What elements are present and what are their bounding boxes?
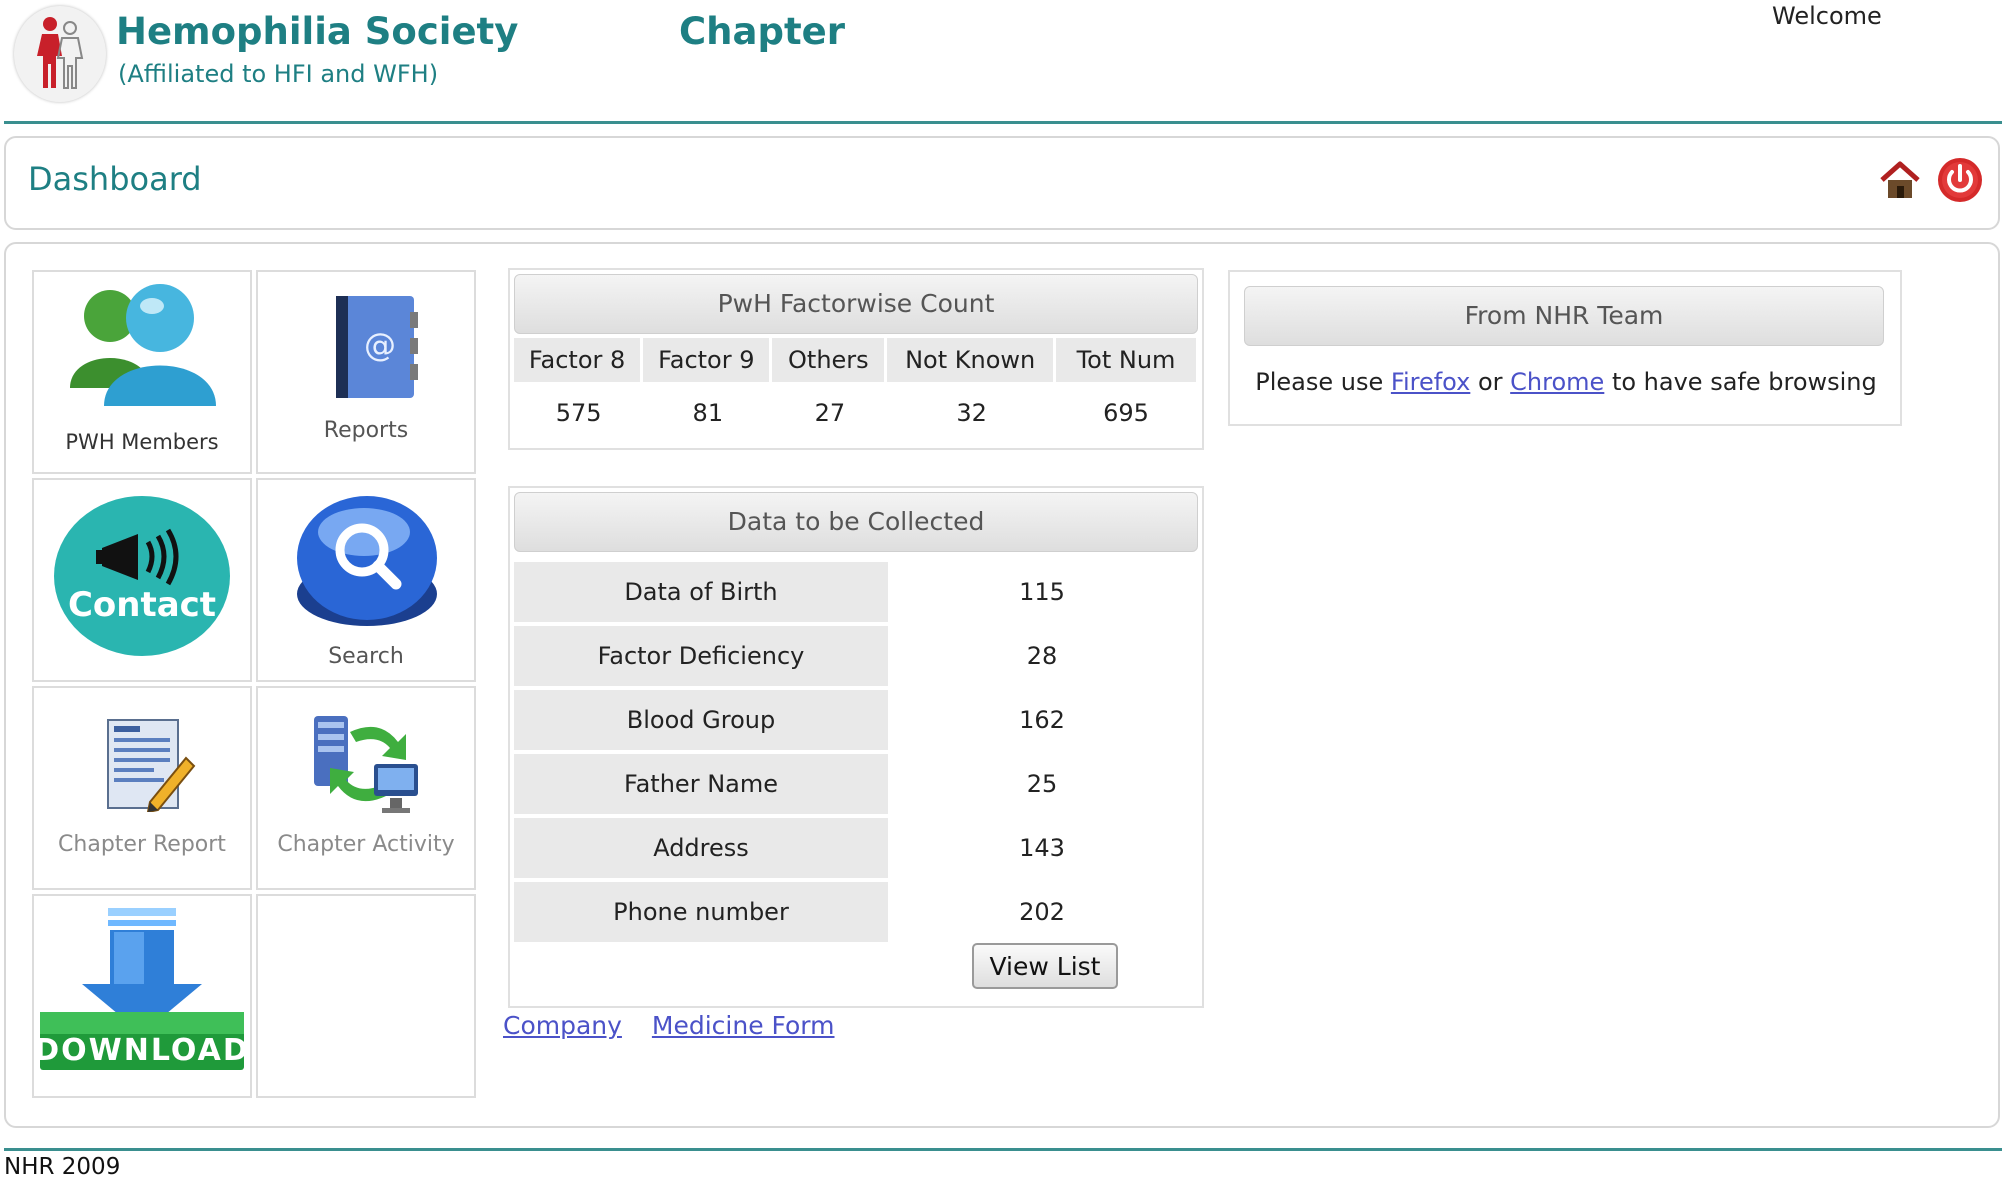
tile-label: Chapter Report bbox=[58, 832, 226, 857]
download-icon-label: DOWNLOAD bbox=[40, 1033, 246, 1068]
table-cell: 575 bbox=[555, 399, 602, 427]
members-icon bbox=[70, 284, 216, 406]
bottom-links: Company Medicine Form bbox=[503, 1011, 835, 1040]
factorwise-table: Factor 8 Factor 9 Others Not Known Tot N… bbox=[514, 338, 1196, 444]
column-header: Factor 8 bbox=[514, 338, 644, 382]
chapter-title: Chapter bbox=[679, 10, 845, 53]
megaphone-icon: Contact bbox=[54, 496, 230, 656]
table-row: Address 143 bbox=[514, 818, 1196, 878]
view-list-button[interactable]: View List bbox=[972, 943, 1118, 989]
download-arrow-icon: DOWNLOAD bbox=[40, 908, 246, 1070]
row-value: 202 bbox=[1019, 898, 1065, 926]
footer-divider bbox=[4, 1148, 2002, 1151]
table-cell: 81 bbox=[692, 399, 724, 427]
address-book-icon: @ bbox=[336, 296, 418, 398]
society-logo bbox=[14, 6, 106, 102]
chrome-link[interactable]: Chrome bbox=[1510, 368, 1604, 396]
search-icon bbox=[297, 496, 437, 626]
main-panel: PWH Members @ Reports Contact Search Cha… bbox=[4, 242, 2000, 1128]
medicine-form-link[interactable]: Medicine Form bbox=[652, 1011, 835, 1040]
page-title: Dashboard bbox=[28, 160, 202, 198]
svg-text:@: @ bbox=[364, 326, 396, 364]
tile-chapter-activity[interactable]: Chapter Activity bbox=[256, 686, 476, 890]
tile-label: Reports bbox=[323, 418, 409, 443]
panel-title: PwH Factorwise Count bbox=[514, 274, 1198, 334]
message-text: Please use bbox=[1255, 368, 1384, 396]
tile-contact[interactable]: Contact bbox=[32, 478, 252, 682]
logout-button[interactable] bbox=[1936, 156, 1984, 204]
table-cell: 695 bbox=[1103, 399, 1149, 427]
message-text: to have safe browsing bbox=[1611, 368, 1877, 396]
activity-sync-icon bbox=[314, 716, 418, 813]
tile-label: Chapter Activity bbox=[277, 832, 455, 857]
nhr-team-panel: From NHR Team Please use Firefox or Chro… bbox=[1228, 270, 1902, 426]
tile-reports[interactable]: @ Reports bbox=[256, 270, 476, 474]
header-divider bbox=[4, 121, 2002, 124]
table-row: Father Name 25 bbox=[514, 754, 1196, 814]
tile-download[interactable]: DOWNLOAD bbox=[32, 894, 252, 1098]
row-label: Data of Birth bbox=[514, 562, 888, 622]
column-header: Others bbox=[772, 338, 888, 382]
home-button[interactable] bbox=[1878, 158, 1922, 202]
table-header-row: Factor 8 Factor 9 Others Not Known Tot N… bbox=[514, 338, 1196, 382]
column-header: Factor 9 bbox=[643, 338, 773, 382]
report-document-icon bbox=[107, 719, 196, 812]
tile-pwh-members[interactable]: PWH Members bbox=[32, 270, 252, 474]
tile-label: Search bbox=[328, 644, 404, 669]
welcome-text: Welcome bbox=[1772, 2, 1882, 30]
contact-icon-label: Contact bbox=[68, 585, 216, 625]
table-row: Phone number 202 bbox=[514, 882, 1196, 942]
tile-label: PWH Members bbox=[65, 430, 219, 454]
dashboard-bar: Dashboard bbox=[4, 136, 2000, 230]
power-icon bbox=[1938, 158, 1982, 202]
row-value: 143 bbox=[1019, 834, 1065, 862]
table-cell: 32 bbox=[956, 399, 987, 427]
table-row: Data of Birth 115 bbox=[514, 562, 1196, 622]
data-collected-table: Data of Birth 115 Factor Deficiency 28 Blo… bbox=[514, 558, 1196, 946]
header: Hemophilia Society (Affiliated to HFI an… bbox=[0, 0, 2008, 124]
message-text: or bbox=[1477, 368, 1503, 396]
company-link[interactable]: Company bbox=[503, 1011, 622, 1040]
table-row: Blood Group 162 bbox=[514, 690, 1196, 750]
factorwise-panel: PwH Factorwise Count Factor 8 Factor 9 O… bbox=[508, 268, 1204, 450]
row-label: Blood Group bbox=[514, 690, 888, 750]
row-value: 25 bbox=[1026, 770, 1058, 798]
tile-empty bbox=[256, 894, 476, 1098]
panel-title: Data to be Collected bbox=[514, 492, 1198, 552]
row-label: Father Name bbox=[514, 754, 888, 814]
row-label: Address bbox=[514, 818, 888, 878]
row-value: 162 bbox=[1019, 706, 1065, 734]
table-cell: 27 bbox=[814, 399, 846, 427]
row-label: Factor Deficiency bbox=[514, 626, 888, 686]
firefox-link[interactable]: Firefox bbox=[1391, 368, 1470, 396]
column-header: Tot Num bbox=[1056, 338, 1196, 382]
column-header: Not Known bbox=[887, 338, 1057, 382]
row-value: 115 bbox=[1019, 578, 1065, 606]
footer-text: NHR 2009 bbox=[4, 1154, 121, 1180]
tile-chapter-report[interactable]: Chapter Report bbox=[32, 686, 252, 890]
table-row: Factor Deficiency 28 bbox=[514, 626, 1196, 686]
org-subtitle: (Affiliated to HFI and WFH) bbox=[118, 60, 439, 88]
row-label: Phone number bbox=[514, 882, 888, 942]
home-icon bbox=[1880, 161, 1920, 198]
nhr-message: Please use Firefox or Chrome to have saf… bbox=[1230, 368, 1902, 396]
org-name: Hemophilia Society bbox=[116, 10, 519, 53]
data-collected-panel: Data to be Collected Data of Birth 115 Fa… bbox=[508, 486, 1204, 1008]
row-value: 28 bbox=[1026, 642, 1058, 670]
panel-title: From NHR Team bbox=[1244, 286, 1884, 346]
figure-logo-icon bbox=[37, 17, 84, 89]
table-row: 575 81 27 32 695 bbox=[514, 382, 1196, 444]
tile-search[interactable]: Search bbox=[256, 478, 476, 682]
